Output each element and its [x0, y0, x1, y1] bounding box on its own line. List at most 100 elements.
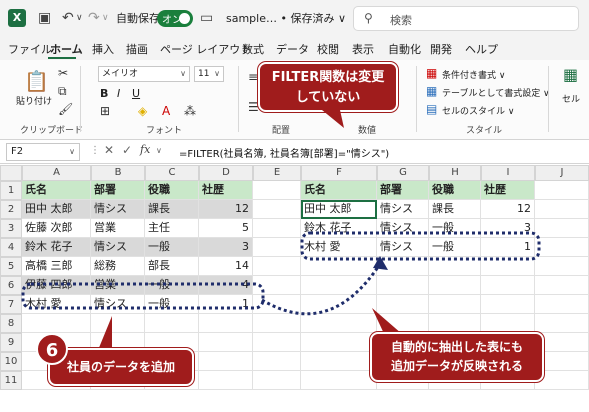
tab-data[interactable]: データ [276, 41, 309, 57]
conditional-format-button[interactable]: 条件付き書式 ∨ [442, 68, 505, 81]
grid-cell[interactable] [377, 276, 429, 295]
grid-cell[interactable] [253, 200, 301, 219]
table-cell[interactable]: 高橋 三郎 [22, 257, 91, 276]
grid-cell[interactable] [481, 257, 535, 276]
table-cell[interactable]: 情シス [377, 219, 429, 238]
tab-file[interactable]: ファイル [8, 41, 52, 57]
grid-cell[interactable] [253, 352, 301, 371]
table-cell[interactable]: 一般 [145, 238, 199, 257]
tab-developer[interactable]: 開発 [430, 41, 452, 57]
table-cell[interactable]: 情シス [377, 200, 429, 219]
row-header[interactable]: 10 [0, 352, 22, 371]
table-cell[interactable]: 鈴木 花子 [301, 219, 377, 238]
grid-cell[interactable] [301, 352, 377, 371]
grid-cell[interactable] [535, 314, 589, 333]
paste-icon[interactable]: 📋 [24, 70, 49, 92]
grid-cell[interactable] [253, 238, 301, 257]
table-cell[interactable]: 部長 [145, 257, 199, 276]
grid-cell[interactable] [253, 295, 301, 314]
undo-dropdown-icon[interactable]: ∨ [76, 9, 83, 27]
row-header[interactable]: 4 [0, 238, 22, 257]
grid-cell[interactable] [301, 295, 377, 314]
table-cell[interactable]: 鈴木 花子 [22, 238, 91, 257]
format-as-table-icon[interactable]: ▦ [426, 84, 437, 98]
grid-cell[interactable] [301, 276, 377, 295]
redo-dropdown-icon[interactable]: ∨ [102, 9, 109, 27]
row-header[interactable]: 11 [0, 371, 22, 390]
grid-cell[interactable] [429, 295, 481, 314]
column-header[interactable]: D [199, 165, 253, 181]
grid-cell[interactable] [535, 181, 589, 200]
grid-cell[interactable] [199, 371, 253, 390]
row-header[interactable]: 5 [0, 257, 22, 276]
grid-cell[interactable] [253, 333, 301, 352]
bold-button[interactable]: B [100, 87, 108, 100]
table-cell[interactable]: 情シス [377, 238, 429, 257]
table-header-cell[interactable]: 社歴 [481, 181, 535, 200]
format-painter-icon[interactable]: 🖌 [58, 102, 73, 116]
grid-cell[interactable] [145, 314, 199, 333]
autosave-toggle[interactable]: オン [157, 10, 193, 27]
grid-cell[interactable] [429, 276, 481, 295]
table-cell[interactable]: 1 [481, 238, 535, 257]
grid-cell[interactable] [535, 257, 589, 276]
fx-dropdown-icon[interactable]: ∨ [156, 146, 162, 155]
cut-icon[interactable]: ✂ [58, 66, 68, 80]
table-cell[interactable]: 12 [199, 200, 253, 219]
tab-home[interactable]: ホーム [50, 41, 83, 57]
grid-cell[interactable] [301, 371, 377, 390]
grid-cell[interactable] [429, 257, 481, 276]
grid-cell[interactable] [253, 371, 301, 390]
borders-icon[interactable]: ⊞ [100, 104, 110, 118]
font-name-select[interactable]: メイリオ ∨ [98, 66, 190, 82]
grid-cell[interactable] [535, 238, 589, 257]
table-cell[interactable]: 14 [199, 257, 253, 276]
row-header[interactable]: 2 [0, 200, 22, 219]
font-size-select[interactable]: 11 ∨ [194, 66, 224, 82]
grid-cell[interactable] [301, 257, 377, 276]
save-icon[interactable]: ▣ [38, 9, 51, 27]
row-header[interactable]: 7 [0, 295, 22, 314]
grid-cell[interactable] [253, 276, 301, 295]
name-box[interactable]: F2 ∨ [6, 143, 80, 161]
table-cell[interactable]: 伊藤 四郎 [22, 276, 91, 295]
table-cell[interactable]: 一般 [145, 295, 199, 314]
format-as-table-button[interactable]: テーブルとして書式設定 ∨ [442, 86, 550, 99]
table-cell[interactable]: 営業 [91, 219, 145, 238]
grid-cell[interactable] [253, 314, 301, 333]
table-header-cell[interactable]: 部署 [377, 181, 429, 200]
paste-button[interactable]: 貼り付け [16, 94, 52, 107]
tab-insert[interactable]: 挿入 [92, 41, 114, 57]
table-cell[interactable]: 1 [199, 295, 253, 314]
grid-cell[interactable] [535, 276, 589, 295]
cell-style-button[interactable]: セルのスタイル ∨ [442, 104, 514, 117]
grid-cell[interactable] [253, 219, 301, 238]
grid-cell[interactable] [22, 314, 91, 333]
grid-cell[interactable] [429, 314, 481, 333]
table-cell[interactable]: 一般 [145, 276, 199, 295]
conditional-format-icon[interactable]: ▦ [426, 66, 437, 80]
insert-function-icon[interactable]: fx [140, 143, 150, 156]
table-header-cell[interactable]: 部署 [91, 181, 145, 200]
tab-review[interactable]: 校閲 [317, 41, 339, 57]
row-header[interactable]: 3 [0, 219, 22, 238]
grid-cell[interactable] [481, 276, 535, 295]
column-header[interactable]: J [535, 165, 589, 181]
italic-button[interactable]: I [117, 87, 120, 100]
tab-automate[interactable]: 自動化 [388, 41, 421, 57]
column-header[interactable]: B [91, 165, 145, 181]
grid-cell[interactable] [535, 219, 589, 238]
cancel-icon[interactable]: ✕ [104, 143, 114, 157]
table-cell[interactable]: 課長 [145, 200, 199, 219]
formula-input[interactable]: =FILTER(社員名簿, 社員名簿[部署]="情シス") [179, 145, 389, 160]
table-cell[interactable]: 木村 愛 [22, 295, 91, 314]
grid-cell[interactable] [535, 295, 589, 314]
grid-cell[interactable] [199, 333, 253, 352]
grid-cell[interactable] [91, 314, 145, 333]
table-cell[interactable]: 12 [481, 200, 535, 219]
row-header[interactable]: 6 [0, 276, 22, 295]
column-header[interactable]: G [377, 165, 429, 181]
cells-icon[interactable]: ▦ [563, 67, 578, 83]
table-header-cell[interactable]: 役職 [429, 181, 481, 200]
table-cell[interactable]: 一般 [429, 238, 481, 257]
